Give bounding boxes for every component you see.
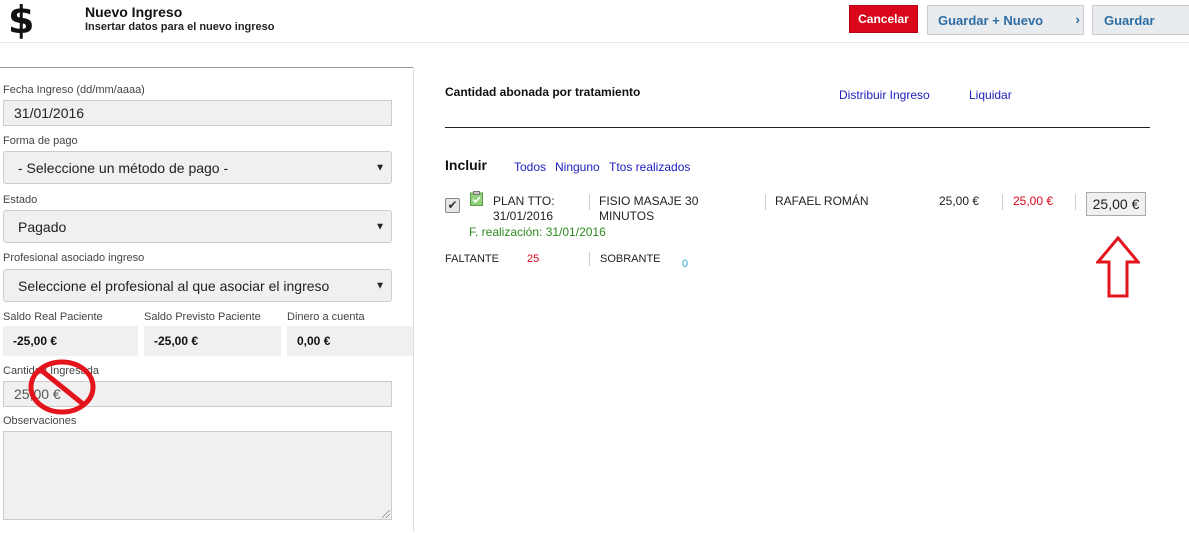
profesional-value: Seleccione el profesional al que asociar…	[18, 277, 330, 294]
estado-value: Pagado	[18, 218, 67, 235]
faltante-value: 25	[527, 253, 540, 265]
forma-pago-select[interactable]: - Seleccione un método de pago - ▼	[3, 151, 392, 184]
save-button[interactable]: Guardar	[1092, 5, 1189, 35]
observaciones-textarea[interactable]	[3, 431, 392, 520]
saldo-real-label: Saldo Real Paciente	[3, 311, 103, 323]
page-subtitle: Insertar datos para el nuevo ingreso	[85, 21, 275, 33]
dinero-cuenta-label: Dinero a cuenta	[287, 311, 365, 323]
treatment-checkbox[interactable]: ✔	[445, 198, 460, 213]
profesional-cell: RAFAEL ROMÁN	[775, 194, 869, 208]
precio-cell: 25,00 €	[939, 194, 980, 208]
sobrante-value: 0	[682, 258, 689, 270]
column-separator	[1075, 194, 1076, 210]
up-arrow-annotation-icon	[1096, 236, 1140, 298]
saldo-real-value: -25,00 €	[3, 326, 138, 356]
profesional-select[interactable]: Seleccione el profesional al que asociar…	[3, 269, 392, 302]
ninguno-link[interactable]: Ninguno	[555, 160, 600, 174]
ttos-realizados-link[interactable]: Ttos realizados	[609, 160, 690, 174]
page-title: Nuevo Ingreso	[85, 4, 183, 20]
fecha-label: Fecha Ingreso (dd/mm/aaaa)	[3, 84, 145, 96]
servicio-line2: MINUTOS	[599, 209, 655, 223]
header-bar: $ Nuevo Ingreso Insertar datos para el n…	[0, 0, 1189, 43]
resize-handle-icon[interactable]	[382, 510, 390, 518]
distribuir-link[interactable]: Distribuir Ingreso	[839, 88, 930, 102]
dinero-cuenta-value: 0,00 €	[287, 326, 413, 356]
saldo-previsto-label: Saldo Previsto Paciente	[144, 311, 261, 323]
observaciones-label: Observaciones	[3, 415, 77, 427]
divider	[445, 127, 1150, 128]
plan-line2: 31/01/2016	[493, 209, 554, 223]
pendiente-cell: 25,00 €	[1013, 194, 1054, 208]
prohibited-icon	[28, 359, 96, 415]
faltante-label: FALTANTE	[445, 253, 499, 265]
column-separator	[589, 252, 590, 266]
liquidar-link[interactable]: Liquidar	[969, 88, 1012, 102]
sobrante-label: SOBRANTE	[600, 253, 661, 265]
profesional-label: Profesional asociado ingreso	[3, 252, 145, 264]
dollar-icon: $	[8, 0, 35, 42]
fecha-input[interactable]: 31/01/2016	[3, 100, 392, 126]
column-separator	[765, 194, 766, 210]
todos-link[interactable]: Todos	[514, 160, 546, 174]
forma-pago-value: - Seleccione un método de pago -	[18, 159, 229, 176]
clipboard-icon	[470, 191, 483, 206]
save-new-button[interactable]: Guardar + Nuevo ›	[927, 5, 1084, 35]
dropdown-arrow-icon: ▼	[375, 162, 385, 173]
cancel-button[interactable]: Cancelar	[849, 5, 918, 33]
servicio-line1: FISIO MASAJE 30	[599, 194, 699, 208]
abonado-input[interactable]: 25,00 €	[1086, 192, 1146, 216]
column-separator	[1002, 194, 1003, 210]
estado-label: Estado	[3, 194, 38, 206]
dropdown-arrow-icon: ▼	[375, 221, 385, 232]
estado-select[interactable]: Pagado ▼	[3, 210, 392, 243]
realizacion-date: F. realización: 31/01/2016	[469, 225, 606, 239]
chevron-right-icon: ›	[1075, 11, 1080, 27]
forma-pago-label: Forma de pago	[3, 135, 78, 147]
panel-divider	[413, 67, 414, 532]
plan-line1: PLAN TTO:	[493, 194, 555, 208]
column-separator	[589, 194, 590, 210]
incluir-label: Incluir	[445, 157, 488, 173]
treatment-heading: Cantidad abonada por tratamiento	[445, 85, 641, 99]
save-new-label: Guardar + Nuevo	[938, 12, 1044, 28]
dropdown-arrow-icon: ▼	[375, 280, 385, 291]
saldo-previsto-value: -25,00 €	[144, 326, 281, 356]
